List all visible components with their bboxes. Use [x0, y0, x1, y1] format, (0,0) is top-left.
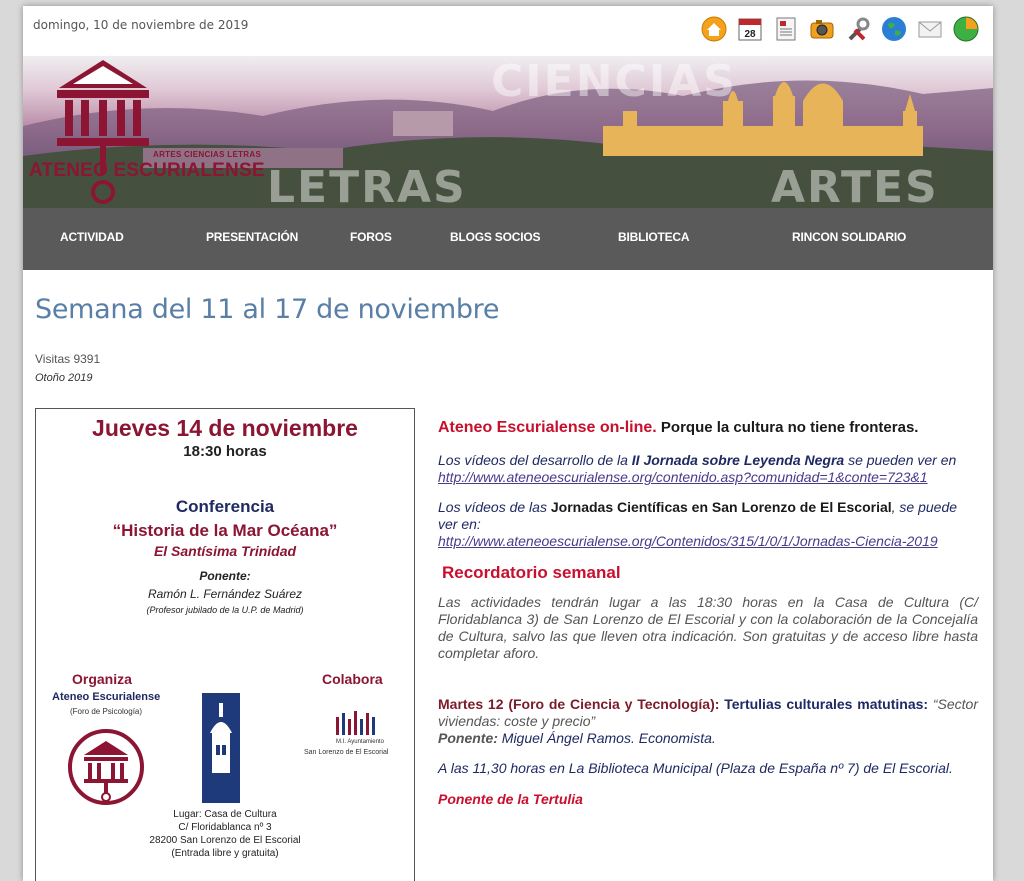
poster-talk-subtitle: El Santísima Trinidad: [153, 543, 297, 559]
tuesday-speaker-label: Ponente:: [438, 730, 498, 746]
calendar-day: 28: [744, 29, 756, 40]
season-label: Otoño 2019: [35, 372, 93, 384]
reminder-heading: Recordatorio semanal: [442, 563, 621, 582]
videos2-pre: Los vídeos de las: [438, 499, 551, 515]
poster-speaker: Ramón L. Fernández Suárez: [147, 587, 303, 601]
newspaper-icon[interactable]: [771, 14, 801, 44]
videos1-post: se pueden ver en: [844, 452, 957, 468]
ateneo-logo[interactable]: [53, 58, 153, 208]
online-tagline: Porque la cultura no tiene fronteras.: [656, 419, 919, 436]
tuesday-speaker: Miguel Ángel Ramos. Economista.: [497, 730, 716, 746]
camera-icon[interactable]: [807, 14, 837, 44]
link-jornadas-ciencia[interactable]: http://www.ateneoescurialense.org/Conten…: [438, 533, 938, 549]
calendar-icon[interactable]: 28: [735, 14, 765, 44]
poster-organiza-label: Organiza: [72, 671, 132, 687]
logo-tagline: ARTES CIENCIAS LETRAS: [153, 150, 262, 159]
poster-organiza-sub: (Foro de Psicología): [70, 707, 143, 716]
nav-presentacion[interactable]: PRESENTACIÓN: [206, 230, 298, 244]
current-date: domingo, 10 de noviembre de 2019: [33, 18, 249, 32]
poster-venue-1: Lugar: Casa de Cultura: [173, 809, 277, 820]
poster-ayuntamiento-logo-icon: [336, 711, 375, 735]
banner-word-ciencias: CIENCIAS: [491, 56, 737, 107]
visit-counter: Visitas 9391: [35, 352, 101, 366]
globe-icon[interactable]: [879, 14, 909, 44]
main-nav: ACTIVIDAD PRESENTACIÓN FOROS BLOGS SOCIO…: [23, 208, 993, 270]
logo-title: ATENEO ESCURIALENSE: [29, 160, 265, 181]
poster-type: Conferencia: [175, 497, 275, 516]
online-heading: Ateneo Escurialense on-line.: [438, 419, 657, 436]
event-poster[interactable]: Jueves 14 de noviembre 18:30 horas Confe…: [35, 408, 415, 881]
banner-word-artes: ARTES: [771, 162, 939, 208]
page-title: Semana del 11 al 17 de noviembre: [35, 294, 500, 325]
home-icon[interactable]: [699, 14, 729, 44]
videos2-bold: Jornadas Científicas en San Lorenzo de E…: [550, 499, 892, 515]
poster-colabora-label: Colabora: [322, 671, 383, 687]
poster-colabora-sub: San Lorenzo de El Escorial: [304, 749, 389, 756]
reminder-text: Las actividades tendrán lugar a las 18:3…: [438, 594, 978, 661]
poster-venue-2: C/ Floridablanca nº 3: [178, 822, 272, 833]
poster-monastery-icon: [202, 693, 240, 803]
poster-organiza-name: Ateneo Escurialense: [52, 691, 161, 703]
videos1-pre: Los vídeos del desarrollo de la: [438, 452, 632, 468]
banner-word-letras: LETRAS: [267, 162, 467, 208]
tuesday-place: A las 11,30 horas en La Biblioteca Munic…: [438, 760, 953, 776]
mail-icon[interactable]: [915, 14, 945, 44]
poster-speaker-role: (Profesor jubilado de la U.P. de Madrid): [146, 605, 304, 615]
tuesday-event: Tertulias culturales matutinas:: [719, 696, 933, 712]
article-body: Ateneo Escurialense on-line. Porque la c…: [438, 418, 978, 808]
world-icon[interactable]: [951, 14, 981, 44]
poster-speaker-label: Ponente:: [199, 569, 251, 583]
poster-talk-title: “Historia de la Mar Océana”: [112, 521, 338, 540]
temple-logo-icon: [57, 60, 149, 204]
poster-day: Jueves 14 de noviembre: [92, 415, 358, 441]
videos1-bold: II Jornada sobre Leyenda Negra: [631, 452, 845, 468]
poster-colabora-name: M.I. Ayuntamiento: [336, 739, 384, 745]
nav-blogs-socios[interactable]: BLOGS SOCIOS: [450, 230, 540, 244]
nav-actividad[interactable]: ACTIVIDAD: [60, 230, 124, 244]
poster-time: 18:30 horas: [183, 443, 267, 460]
top-bar: domingo, 10 de noviembre de 2019 28: [23, 6, 993, 56]
poster-ateneo-logo-icon: [68, 729, 144, 805]
nav-biblioteca[interactable]: BIBLIOTECA: [618, 230, 690, 244]
header-banner: CIENCIAS LETRAS ARTES ARTES CIENCIAS LET…: [23, 56, 993, 208]
link-leyenda-negra[interactable]: http://www.ateneoescurialense.org/conten…: [438, 469, 928, 485]
page: domingo, 10 de noviembre de 2019 28 CIEN…: [23, 6, 993, 881]
toolbar-icons: 28: [699, 14, 981, 44]
tools-icon[interactable]: [843, 14, 873, 44]
poster-venue-4: (Entrada libre y gratuita): [171, 848, 279, 859]
poster-venue-3: 28200 San Lorenzo de El Escorial: [149, 835, 301, 846]
tuesday-label: Martes 12 (Foro de Ciencia y Tecnología)…: [438, 696, 720, 712]
nav-rincon-solidario[interactable]: RINCON SOLIDARIO: [792, 230, 906, 244]
nav-foros[interactable]: FOROS: [350, 230, 392, 244]
cut-off-text: Ponente de la Tertulia: [438, 791, 583, 807]
